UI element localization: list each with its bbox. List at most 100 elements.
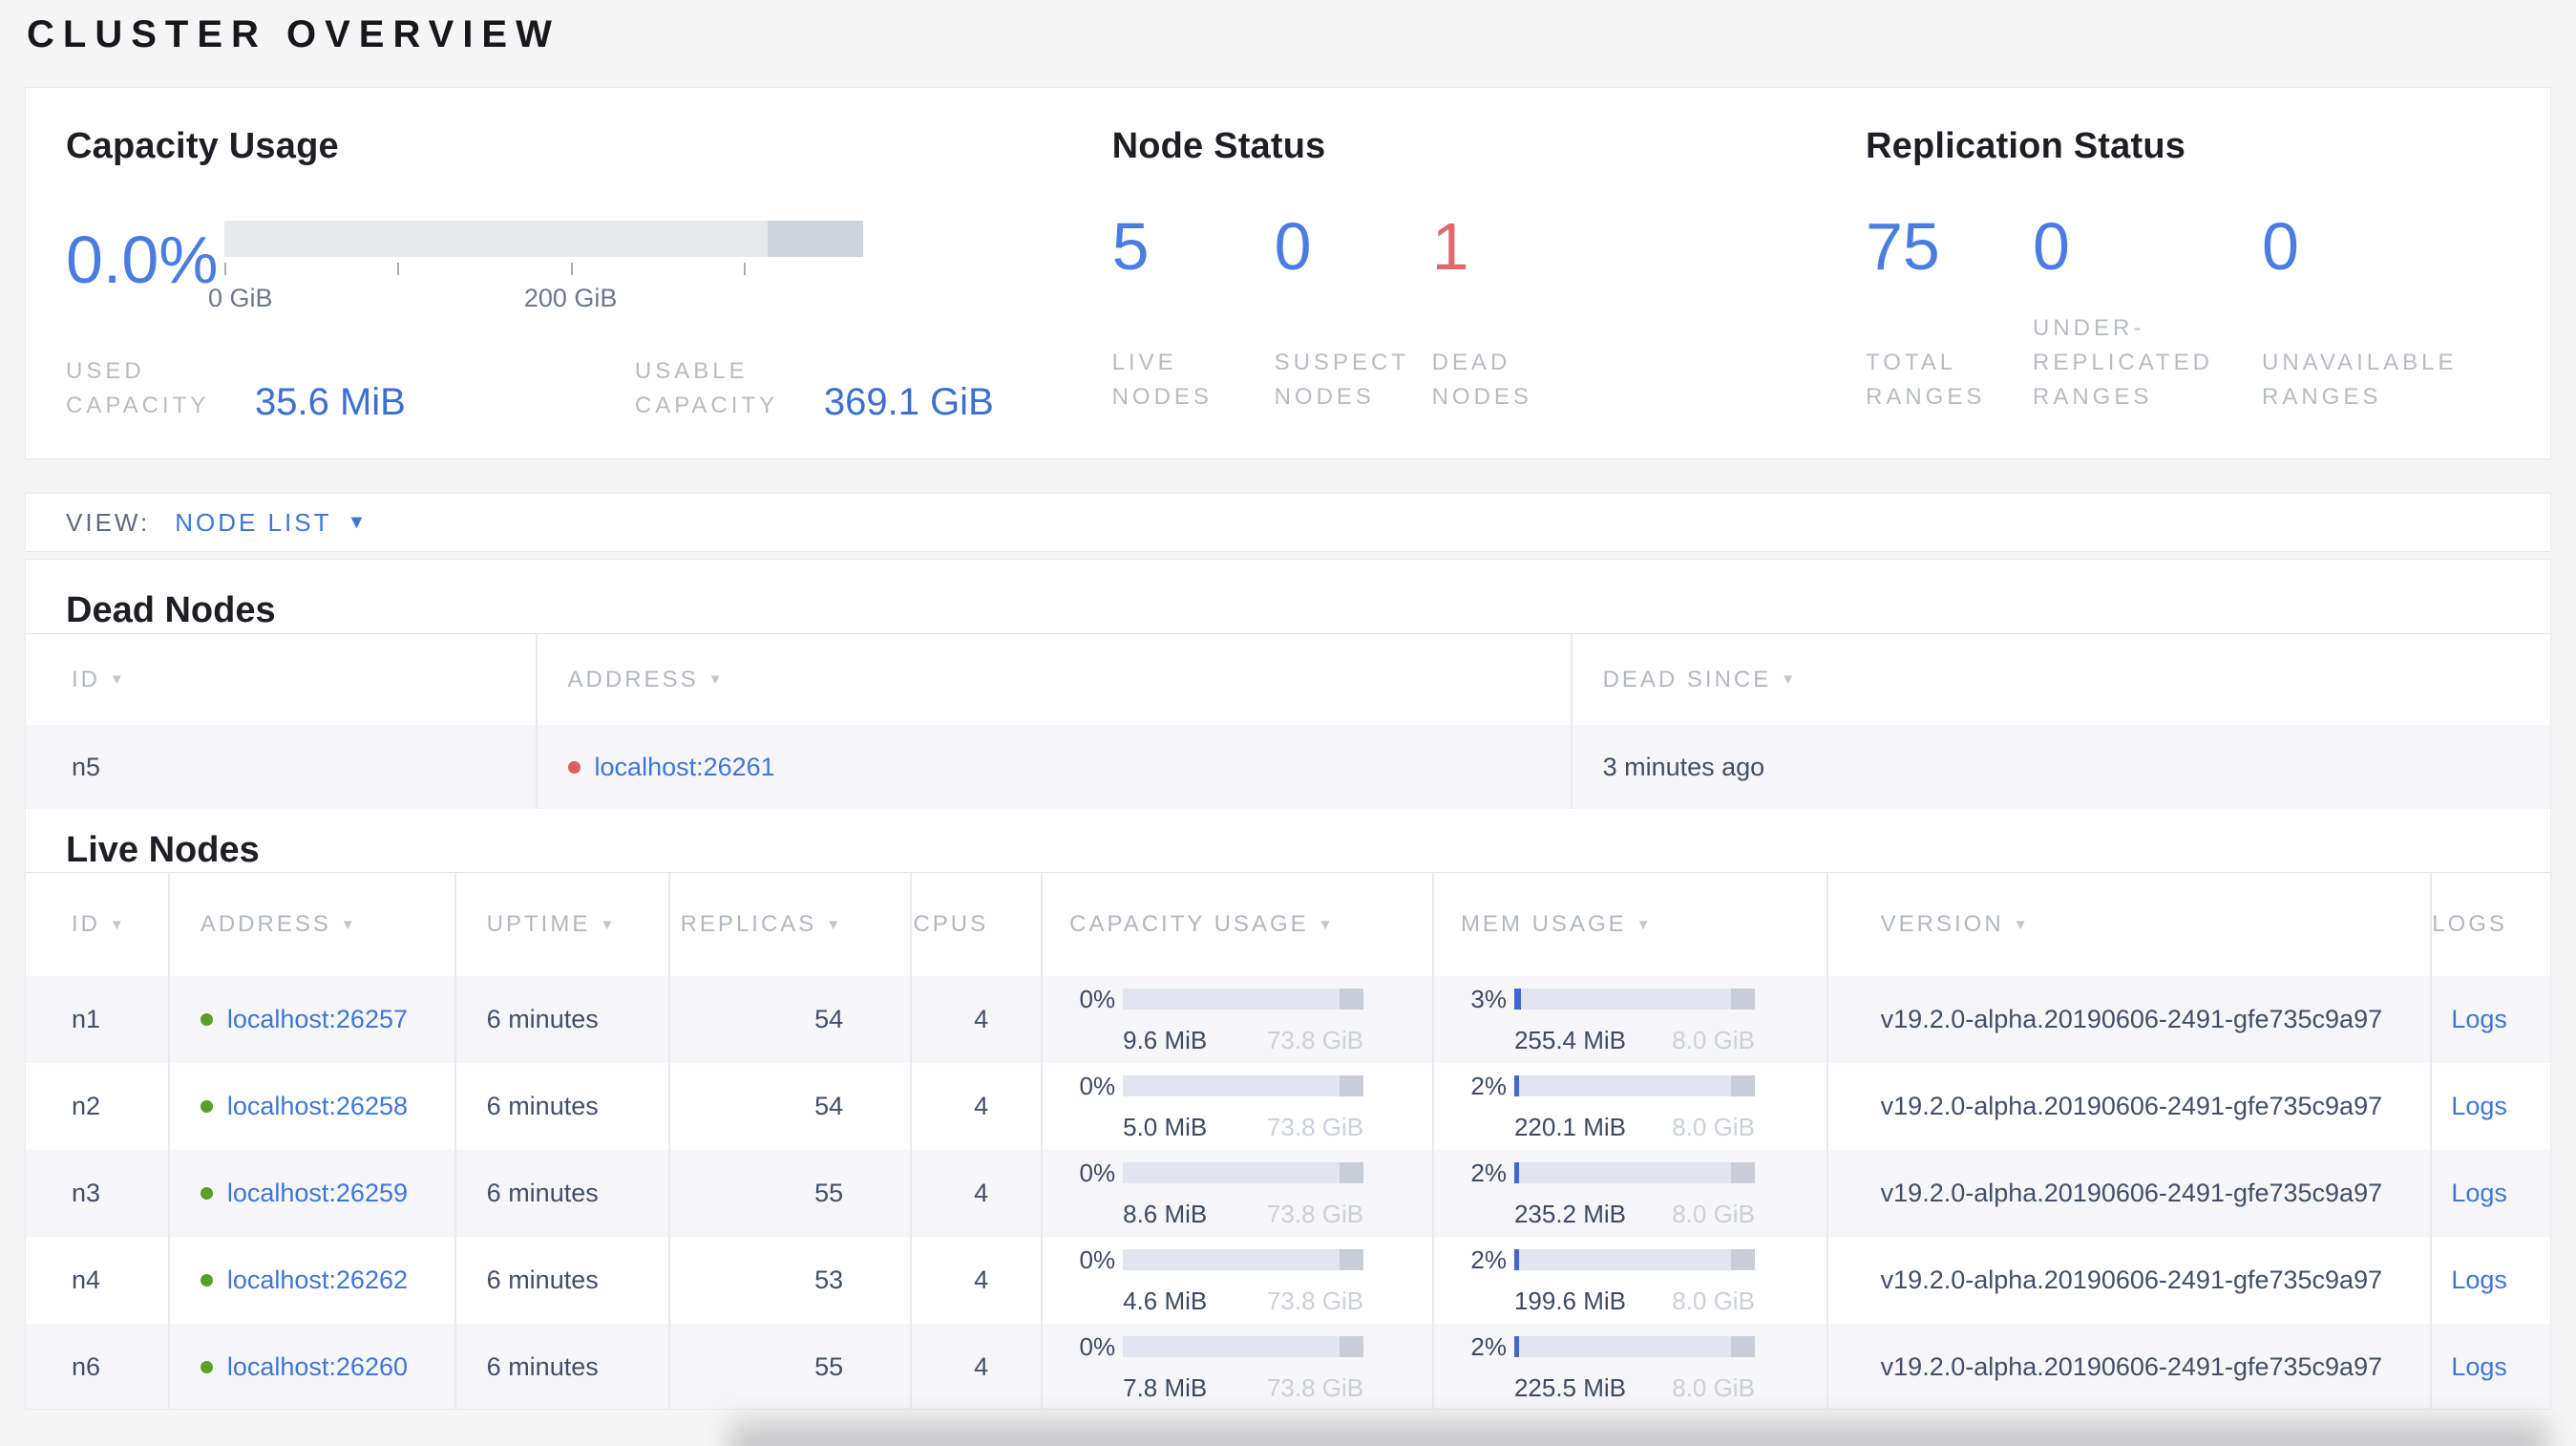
version-value: v19.2.0-alpha.20190606-2491-gfe735c9a97 [1880,1265,2383,1294]
page-title: CLUSTER OVERVIEW [27,13,560,55]
chevron-down-icon[interactable]: ▼ [347,512,366,534]
capacity-mini-bar [1123,989,1364,1010]
sort-arrow-icon: ▼ [1318,916,1336,933]
node-address-link[interactable]: localhost:26259 [227,1179,408,1208]
dead-since-value: 3 minutes ago [1602,752,1765,781]
node-id: n3 [72,1179,101,1207]
capacity-usage-panel: Capacity Usage 0.0% 0 GiB 200 GiB USED C… [66,126,1112,423]
version-value: v19.2.0-alpha.20190606-2491-gfe735c9a97 [1880,1179,2383,1207]
live-nodes-count: 5 [1111,209,1150,284]
view-selector-dropdown[interactable]: NODE LIST ▼ [175,508,366,538]
column-header-replicas[interactable]: REPLICAS ▼ [668,873,910,976]
replication-status-panel: Replication Status 75 TOTAL RANGES 0 UND… [1866,126,2510,416]
capacity-used-value: 9.6 MiB [1123,1025,1208,1054]
live-status-dot-icon [200,1100,213,1113]
column-header-dead-since[interactable]: DEAD SINCE ▼ [1570,634,2550,725]
version-value: v19.2.0-alpha.20190606-2491-gfe735c9a97 [1880,1005,2383,1033]
sort-arrow-icon: ▼ [1781,671,1799,688]
column-header-address[interactable]: ADDRESS ▼ [535,634,1571,725]
axis-tick [743,263,746,275]
mem-used-value: 225.5 MiB [1513,1372,1627,1402]
mem-used-value: 199.6 MiB [1513,1286,1627,1315]
sort-arrow-icon: ▼ [110,671,127,688]
capacity-percent-label: 0% [1079,1331,1116,1361]
live-nodes-label: LIVE NODES [1111,350,1213,410]
capacity-usage-cell: 0% 8.6 MiB 73.8 GiB [1069,1158,1364,1229]
live-nodes-table: ID ▼ ADDRESS ▼ UPTIME ▼ REPLICAS ▼ CPUS CAPA… [26,872,2550,1409]
logs-link[interactable]: Logs [2451,1005,2507,1034]
logs-link[interactable]: Logs [2451,1352,2507,1382]
capacity-total-value: 73.8 GiB [1266,1199,1364,1228]
node-address-link[interactable]: localhost:26262 [227,1265,408,1295]
replicas-value: 54 [814,1005,844,1033]
view-selected-value[interactable]: NODE LIST [175,508,331,538]
capacity-used-value: 7.8 MiB [1123,1372,1208,1402]
cpus-value: 4 [974,1352,989,1381]
capacity-used-value: 4.6 MiB [1123,1286,1208,1315]
sort-arrow-icon: ▼ [340,916,358,933]
used-capacity-label: USED CAPACITY [66,358,210,418]
suspect-nodes-stat: 0 SUSPECT NODES [1275,213,1432,416]
column-header-uptime[interactable]: UPTIME ▼ [454,873,669,976]
node-address-link[interactable]: localhost:26261 [595,753,775,782]
dead-status-dot-icon [567,760,581,774]
unavailable-ranges-stat: 0 UNAVAILABLE RANGES [2262,213,2510,416]
dead-nodes-count: 1 [1431,209,1469,284]
capacity-percent-label: 0% [1079,1244,1116,1274]
mem-mini-bar [1513,1336,1755,1357]
dead-nodes-heading: Dead Nodes [66,590,276,630]
mem-used-value: 255.4 MiB [1513,1025,1627,1054]
live-status-dot-icon [200,1361,213,1373]
column-header-id[interactable]: ID ▼ [26,873,168,976]
live-status-dot-icon [200,1274,213,1287]
capacity-usage-title: Capacity Usage [66,126,339,166]
node-address-link[interactable]: localhost:26260 [227,1352,408,1382]
under-replicated-ranges-stat: 0 UNDER-REPLICATED RANGES [2033,213,2262,416]
capacity-total-value: 73.8 GiB [1266,1112,1364,1141]
column-header-id[interactable]: ID ▼ [26,634,536,725]
usable-capacity-label: USABLE CAPACITY [634,358,779,418]
node-id: n5 [72,752,101,781]
column-header-logs: LOGS [2430,873,2550,976]
axis-tick [570,263,573,275]
live-nodes-heading: Live Nodes [66,830,260,870]
sort-arrow-icon: ▼ [2013,916,2031,933]
dead-nodes-label: DEAD NODES [1431,350,1532,410]
logs-link[interactable]: Logs [2451,1179,2507,1208]
mem-total-value: 8.0 GiB [1672,1112,1755,1141]
mem-usage-cell: 2% 235.2 MiB 8.0 GiB [1461,1159,1755,1229]
logs-link[interactable]: Logs [2451,1092,2507,1121]
version-value: v19.2.0-alpha.20190606-2491-gfe735c9a97 [1880,1352,2383,1381]
mem-percent-label: 3% [1470,984,1507,1013]
capacity-percent-label: 0% [1079,1158,1116,1187]
column-header-address[interactable]: ADDRESS ▼ [167,873,454,976]
column-header-capacity-usage[interactable]: CAPACITY USAGE ▼ [1041,873,1432,976]
column-header-cpus: CPUS [910,873,1041,976]
live-node-row: n1 localhost:26257 6 minutes 54 4 0% 9.6… [26,976,2550,1063]
mem-total-value: 8.0 GiB [1672,1199,1755,1228]
total-ranges-stat: 75 TOTAL RANGES [1866,213,2033,416]
uptime-value: 6 minutes [486,1265,599,1294]
logs-link[interactable]: Logs [2451,1265,2507,1295]
dead-nodes-header-row: ID ▼ ADDRESS ▼ DEAD SINCE ▼ [26,633,2550,725]
view-label: VIEW: [66,507,151,537]
mem-percent-label: 2% [1470,1244,1507,1274]
total-ranges-count: 75 [1866,209,1940,284]
axis-tick-label: 200 GiB [523,284,618,312]
replication-status-title: Replication Status [1866,126,2186,166]
sort-arrow-icon: ▼ [110,916,127,933]
capacity-percent-label: 0% [1079,984,1116,1013]
cluster-overview-page: CLUSTER OVERVIEW Capacity Usage 0.0% 0 G… [0,0,2576,1446]
column-header-version[interactable]: VERSION ▼ [1826,873,2430,976]
capacity-total-value: 73.8 GiB [1266,1286,1364,1315]
capacity-percent-label: 0% [1079,1071,1116,1100]
column-header-mem-usage[interactable]: MEM USAGE ▼ [1431,873,1826,976]
node-address-link[interactable]: localhost:26257 [227,1005,408,1034]
usable-capacity-value: 369.1 GiB [823,381,994,423]
sort-arrow-icon: ▼ [826,916,844,933]
replicas-value: 55 [814,1352,844,1381]
mem-used-value: 235.2 MiB [1513,1199,1627,1228]
capacity-usage-cell: 0% 7.8 MiB 73.8 GiB [1069,1331,1364,1403]
node-address-link[interactable]: localhost:26258 [227,1092,408,1121]
summary-card: Capacity Usage 0.0% 0 GiB 200 GiB USED C… [25,87,2551,459]
